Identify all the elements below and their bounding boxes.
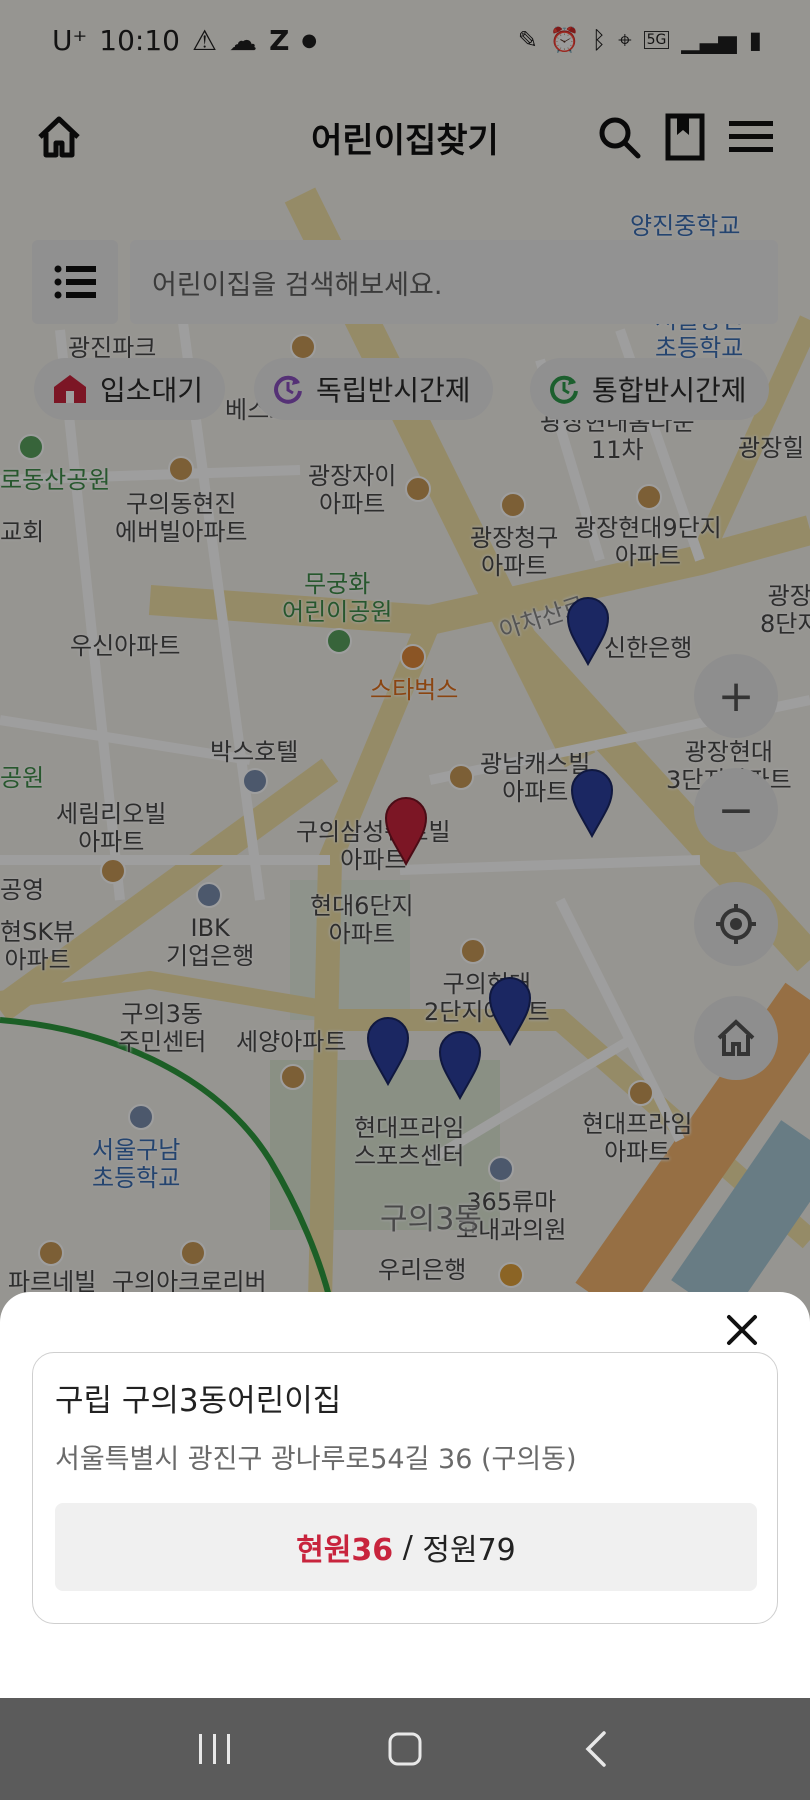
home-square-icon bbox=[388, 1732, 422, 1766]
recent-apps-button[interactable] bbox=[175, 1709, 255, 1789]
daycare-card[interactable]: 구립 구의3동어린이집 서울특별시 광진구 광나루로54길 36 (구의동) 현… bbox=[32, 1352, 778, 1624]
recent-apps-icon bbox=[199, 1734, 230, 1764]
back-chevron-icon bbox=[585, 1731, 606, 1767]
capacity-box: 현원36 / 정원79 bbox=[55, 1503, 757, 1591]
daycare-name: 구립 구의3동어린이집 bbox=[55, 1383, 342, 1419]
close-icon bbox=[727, 1315, 757, 1345]
system-nav-bar bbox=[0, 1698, 810, 1800]
capacity-separator: / bbox=[393, 1529, 423, 1565]
close-button[interactable] bbox=[714, 1302, 770, 1358]
daycare-address: 서울특별시 광진구 광나루로54길 36 (구의동) bbox=[55, 1444, 577, 1475]
system-home-button[interactable] bbox=[365, 1709, 445, 1789]
back-button[interactable] bbox=[555, 1709, 635, 1789]
current-enrollment: 현원36 bbox=[296, 1533, 394, 1568]
daycare-detail-sheet: 구립 구의3동어린이집 서울특별시 광진구 광나루로54길 36 (구의동) 현… bbox=[0, 1292, 810, 1698]
total-capacity: 정원79 bbox=[422, 1533, 516, 1568]
